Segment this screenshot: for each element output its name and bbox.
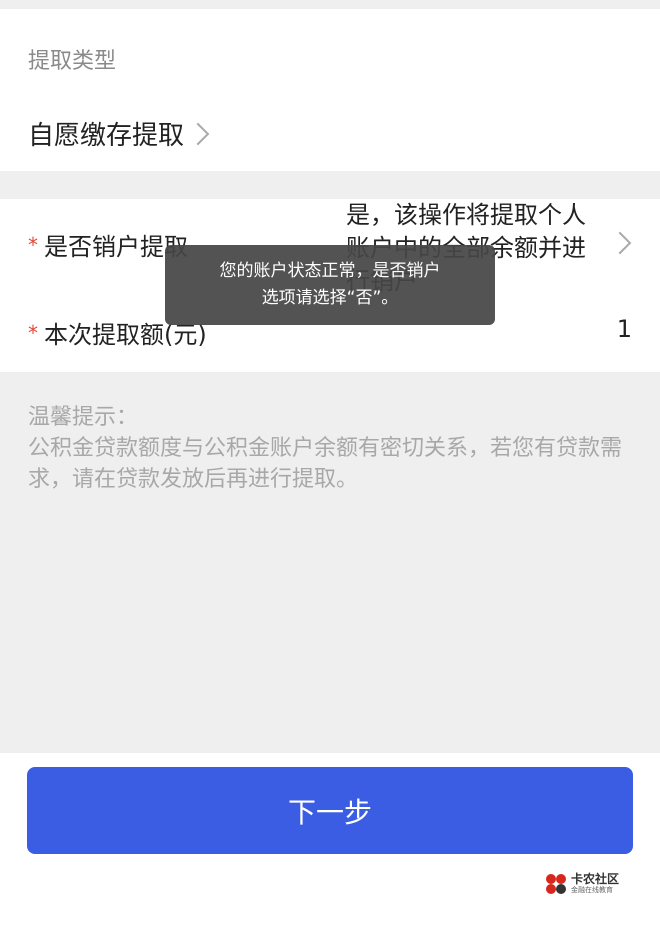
tips-title: 温馨提示： [28,405,139,430]
withdrawal-type-value: 自愿缴存提取 [28,121,185,151]
tips-section: 温馨提示： 公积金贷款额度与公积金账户余额有密切关系，若您有贷款需求，请在贷款发… [28,402,633,495]
withdrawal-type-selector[interactable]: 自愿缴存提取 [28,115,210,152]
withdrawal-type-label: 提取类型 [28,49,117,74]
watermark-icon [545,873,567,895]
tips-body: 公积金贷款额度与公积金账户余额有密切关系，若您有贷款需求，请在贷款发放后再进行提… [28,436,623,492]
toast-message: 您的账户状态正常，是否销户 选项请选择“否”。 [165,245,495,325]
close-account-label-row: * 是否销户提取 [28,227,188,262]
amount-input[interactable]: 1 [617,315,632,343]
required-asterisk: * [28,232,38,257]
toast-line-2: 选项请选择“否”。 [261,288,399,308]
chevron-right-icon [186,122,210,145]
next-button[interactable]: 下一步 [27,767,633,854]
toast-line-1: 您的账户状态正常，是否销户 [219,261,441,281]
top-divider [0,0,660,9]
chevron-right-icon[interactable] [608,231,632,255]
required-asterisk: * [28,320,38,345]
withdrawal-type-card: 提取类型 自愿缴存提取 [0,9,660,171]
watermark-logo: 卡农社区 金融在线教育 [545,872,619,895]
watermark-title: 卡农社区 [571,872,620,886]
watermark-subtitle: 金融在线教育 [571,886,613,894]
